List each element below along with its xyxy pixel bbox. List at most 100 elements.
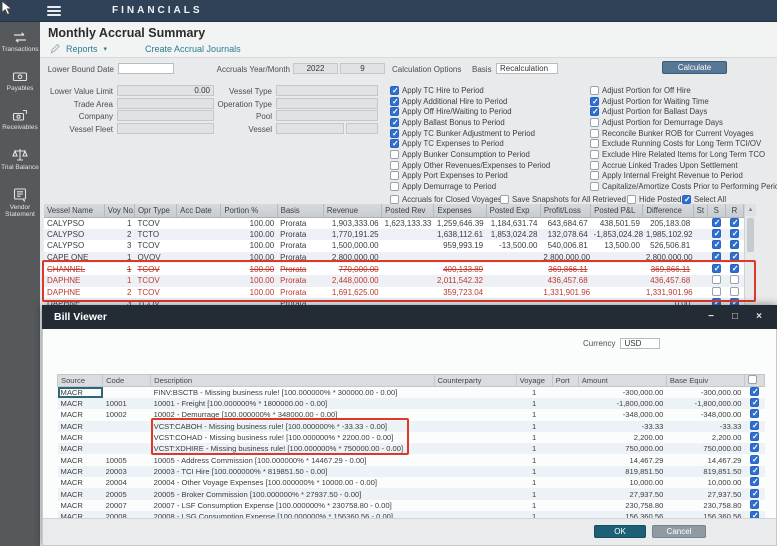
checkbox[interactable]: [390, 97, 399, 106]
checkbox[interactable]: [590, 129, 599, 138]
column-header[interactable]: Difference: [643, 204, 693, 217]
column-header[interactable]: Posted Rev: [382, 204, 434, 217]
table-row[interactable]: CALYPSO2TCTO100.00Prorata1,770,191.251,6…: [44, 229, 744, 241]
column-header[interactable]: Source: [58, 375, 103, 387]
table-row[interactable]: CAPE ONE1OVOV100.00Prorata2,800,000.002,…: [44, 252, 744, 264]
checkbox[interactable]: [730, 240, 739, 249]
checkbox[interactable]: [750, 489, 759, 498]
table-row[interactable]: CHANNEL1TCOV100.00Prorata770,000.00400,1…: [44, 263, 744, 275]
checkbox[interactable]: [627, 195, 636, 204]
checkbox[interactable]: [590, 182, 599, 191]
table-row[interactable]: CALYPSO1TCOV100.00Prorata1,903,333.061,6…: [44, 217, 744, 229]
column-header[interactable]: R: [725, 204, 743, 217]
checkbox[interactable]: [750, 387, 759, 396]
basis-input[interactable]: [496, 63, 558, 74]
checkbox[interactable]: [712, 218, 721, 227]
checkbox[interactable]: [750, 500, 759, 509]
column-header[interactable]: Code: [103, 375, 151, 387]
column-header[interactable]: Voyage: [516, 375, 552, 387]
column-header[interactable]: Revenue: [323, 204, 381, 217]
checkbox[interactable]: [750, 455, 759, 464]
column-header[interactable]: Counterparty: [434, 375, 516, 387]
bill-row[interactable]: MACR1000110001 - Freight [100.000000% * …: [58, 398, 765, 409]
checkbox[interactable]: [750, 432, 759, 441]
checkbox[interactable]: [730, 264, 739, 273]
vessel-type-input[interactable]: [276, 85, 378, 96]
scroll-up-icon[interactable]: ▲: [745, 204, 756, 216]
calculate-button[interactable]: Calculate: [662, 61, 727, 74]
bill-row[interactable]: MACRVCST:CABOH - Missing business rule! …: [58, 421, 765, 432]
checkbox[interactable]: [590, 107, 599, 116]
bill-row[interactable]: MACRFINV:BSCTB - Missing business rule! …: [58, 387, 765, 399]
grid-scrollbar[interactable]: ▲: [744, 204, 756, 310]
checkbox[interactable]: [712, 252, 721, 261]
checkbox[interactable]: [730, 218, 739, 227]
checkbox[interactable]: [390, 86, 399, 95]
checkbox[interactable]: [590, 86, 599, 95]
checkbox[interactable]: [390, 139, 399, 148]
operation-type-input[interactable]: [276, 98, 378, 109]
sidebar-item-transactions[interactable]: Transactions: [0, 31, 40, 53]
checkbox[interactable]: [500, 195, 509, 204]
checkbox[interactable]: [750, 466, 759, 475]
table-row[interactable]: CALYPSO3TCOV100.00Prorata1,500,000.00959…: [44, 240, 744, 252]
bill-row[interactable]: MACR2000720007 - LSF Consumption Expense…: [58, 500, 765, 511]
column-header[interactable]: St: [693, 204, 707, 217]
checkbox[interactable]: [712, 275, 721, 284]
bill-row[interactable]: MACRVCST:COHAD - Missing business rule! …: [58, 432, 765, 443]
bill-row[interactable]: MACR1000210002 - Demurrage [100.000000% …: [58, 409, 765, 420]
checkbox[interactable]: [390, 171, 399, 180]
bill-row[interactable]: MACR2000420004 - Other Voyage Expenses […: [58, 477, 765, 488]
column-header[interactable]: Expenses: [434, 204, 486, 217]
menu-icon[interactable]: [47, 6, 61, 16]
bill-row[interactable]: MACR2000520005 - Broker Commission [100.…: [58, 488, 765, 499]
column-header[interactable]: Basis: [277, 204, 323, 217]
checkbox[interactable]: [750, 398, 759, 407]
bill-row[interactable]: MACR2000320003 - TCI Hire [100.000000% *…: [58, 466, 765, 477]
checkbox[interactable]: [590, 171, 599, 180]
lower-bound-date-input[interactable]: [118, 63, 174, 74]
checkbox[interactable]: [390, 150, 399, 159]
checkbox[interactable]: [712, 264, 721, 273]
minimize-icon[interactable]: −: [701, 305, 721, 329]
sidebar-item-receivables[interactable]: Receivables: [0, 109, 40, 131]
column-header[interactable]: Posted Exp: [486, 204, 540, 217]
create-accrual-journals-button[interactable]: Create Accrual Journals: [145, 44, 241, 54]
sidebar-item-payables[interactable]: Payables: [0, 70, 40, 92]
column-header[interactable]: Posted P&L: [591, 204, 643, 217]
sidebar-item-vendor-statement[interactable]: Vendor Statement: [0, 188, 40, 218]
column-header[interactable]: Vessel Name: [44, 204, 104, 217]
checkbox[interactable]: [712, 229, 721, 238]
checkbox[interactable]: [590, 150, 599, 159]
pool-input[interactable]: [276, 110, 378, 121]
accruals-month-input[interactable]: [340, 63, 385, 74]
table-row[interactable]: DAPHNE1TCOV100.00Prorata2,448,000.002,01…: [44, 275, 744, 287]
currency-input[interactable]: [620, 338, 660, 349]
checkbox[interactable]: [682, 195, 691, 204]
checkbox[interactable]: [390, 129, 399, 138]
checkbox[interactable]: [750, 477, 759, 486]
checkbox[interactable]: [590, 161, 599, 170]
column-header[interactable]: Base Equiv: [666, 375, 744, 387]
column-header[interactable]: Portion %: [221, 204, 277, 217]
checkbox[interactable]: [712, 287, 721, 296]
checkbox[interactable]: [390, 161, 399, 170]
column-header[interactable]: S: [707, 204, 725, 217]
checkbox[interactable]: [390, 182, 399, 191]
checkbox[interactable]: [590, 118, 599, 127]
column-header[interactable]: Opr Type: [134, 204, 176, 217]
checkbox[interactable]: [730, 252, 739, 261]
checkbox[interactable]: [590, 139, 599, 148]
ok-button[interactable]: OK: [594, 525, 646, 538]
checkbox[interactable]: [390, 107, 399, 116]
checkbox[interactable]: [730, 229, 739, 238]
checkbox[interactable]: [590, 97, 599, 106]
cancel-button[interactable]: Cancel: [652, 525, 706, 538]
column-header[interactable]: Profit/Loss: [540, 204, 590, 217]
column-header[interactable]: Acc Date: [177, 204, 221, 217]
checkbox[interactable]: [730, 287, 739, 296]
column-header[interactable]: Amount: [578, 375, 666, 387]
checkbox[interactable]: [748, 375, 757, 384]
bill-row[interactable]: MACR1000510005 - Address Commission [100…: [58, 454, 765, 465]
reports-menu[interactable]: Reports: [66, 44, 98, 54]
